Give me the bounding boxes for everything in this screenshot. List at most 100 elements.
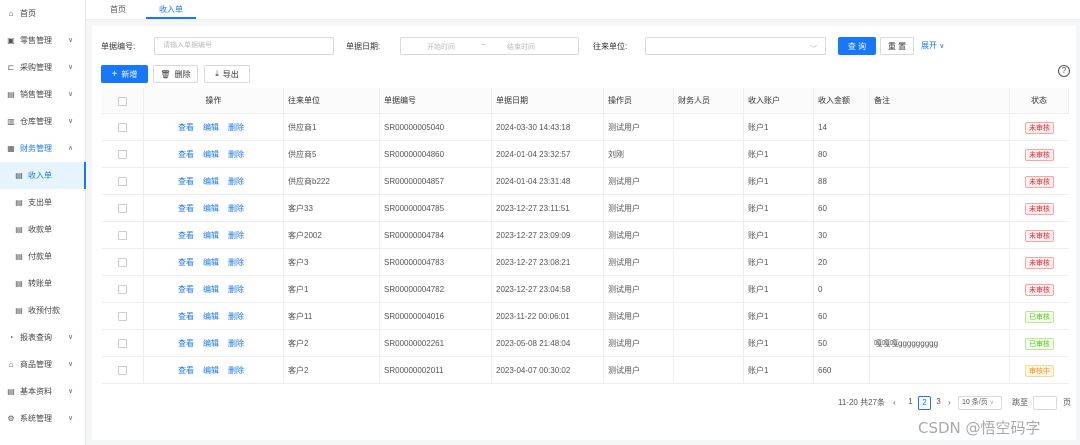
bill-date-range[interactable]: 开始时间 ~ 结束时间	[400, 37, 579, 55]
table-row[interactable]: 查看 编辑 删除 客户3 SR00000004783 2023-12-27 23:08:2…	[101, 249, 1069, 276]
help-icon[interactable]: ?	[1058, 65, 1070, 77]
partner-select[interactable]: ﹀	[645, 37, 826, 55]
sidebar-item[interactable]: ▣ 零售管理 ∨	[0, 27, 86, 54]
edit-link[interactable]: 编辑	[203, 123, 219, 132]
row-checkbox[interactable]	[118, 123, 127, 132]
edit-link[interactable]: 编辑	[203, 258, 219, 267]
sidebar-item[interactable]: ⊏ 采购管理 ∨	[0, 54, 86, 81]
table-row[interactable]: 查看 编辑 删除 客户11 SR00000004016 2023-11-22 00:06:…	[101, 303, 1069, 330]
sidebar-item[interactable]: ▦ 财务管理 ∧	[0, 135, 86, 162]
view-link[interactable]: 查看	[178, 204, 194, 213]
row-checkbox[interactable]	[118, 312, 127, 321]
export-button[interactable]: ⤓ 导出	[204, 65, 250, 83]
view-link[interactable]: 查看	[178, 285, 194, 294]
sidebar-item[interactable]: ⌂ 商品管理 ∨	[0, 351, 86, 378]
page-size-select[interactable]: 10 条/页 ∨	[958, 396, 1002, 410]
row-checkbox[interactable]	[118, 204, 127, 213]
row-checkbox[interactable]	[118, 150, 127, 159]
table-row[interactable]: 查看 编辑 删除 客户2 SR00000002011 2023-04-07 00:30:0…	[101, 357, 1069, 384]
table-row[interactable]: 查看 编辑 删除 客户1 SR00000004782 2023-12-27 23:04:5…	[101, 276, 1069, 303]
edit-link[interactable]: 编辑	[203, 312, 219, 321]
sidebar-subitem[interactable]: ▤ 付款单	[0, 243, 86, 270]
delete-link[interactable]: 删除	[228, 231, 244, 240]
date-end-placeholder: 结束时间	[507, 44, 535, 51]
shop-icon: ▣	[7, 36, 15, 45]
delete-link[interactable]: 删除	[228, 312, 244, 321]
edit-link[interactable]: 编辑	[203, 204, 219, 213]
sidebar-subitem-label: 付款单	[28, 252, 52, 261]
delete-link[interactable]: 删除	[228, 123, 244, 132]
chevron-down-icon: ∨	[68, 388, 74, 395]
table-row[interactable]: 查看 编辑 删除 供应商5 SR00000004860 2024-01-04 23:32:…	[101, 141, 1069, 168]
row-checkbox[interactable]	[118, 285, 127, 294]
view-link[interactable]: 查看	[178, 231, 194, 240]
edit-link[interactable]: 编辑	[203, 231, 219, 240]
cell-operator: 测试用户	[604, 222, 674, 249]
delete-link[interactable]: 删除	[228, 150, 244, 159]
view-link[interactable]: 查看	[178, 258, 194, 267]
view-link[interactable]: 查看	[178, 339, 194, 348]
edit-link[interactable]: 编辑	[203, 150, 219, 159]
table-row[interactable]: 查看 编辑 删除 供应商1 SR00000005040 2024-03-30 14:43:…	[101, 114, 1069, 141]
sidebar-subitem[interactable]: ▤ 收款单	[0, 216, 86, 243]
query-button[interactable]: 查 询	[838, 37, 876, 55]
header-select-all[interactable]	[101, 88, 144, 114]
row-checkbox[interactable]	[118, 366, 127, 375]
cell-partner: 客户2	[284, 357, 380, 384]
edit-link[interactable]: 编辑	[203, 366, 219, 375]
delete-link[interactable]: 删除	[228, 366, 244, 375]
page-number[interactable]: 2	[918, 396, 931, 410]
delete-link[interactable]: 删除	[228, 177, 244, 186]
page-number[interactable]: 3	[932, 396, 945, 410]
prev-page-icon[interactable]: ‹	[893, 396, 896, 410]
table-row[interactable]: 查看 编辑 删除 客户2002 SR00000004784 2023-12-27 23:0…	[101, 222, 1069, 249]
sidebar-item[interactable]: ⚙ 系统管理 ∨	[0, 405, 86, 432]
sidebar-item[interactable]: ▤ 基本资料 ∨	[0, 378, 86, 405]
sidebar-subitem[interactable]: ▤ 支出单	[0, 189, 86, 216]
table-row[interactable]: 查看 编辑 删除 客户33 SR00000004785 2023-12-27 23:11:…	[101, 195, 1069, 222]
select-all-checkbox[interactable]	[118, 97, 127, 106]
cell-bill-no: SR00000004782	[380, 276, 492, 303]
chevron-down-icon: ∨	[68, 334, 74, 341]
row-checkbox[interactable]	[118, 231, 127, 240]
jump-page-input[interactable]	[1033, 396, 1057, 410]
sidebar-item-label: 采购管理	[20, 63, 52, 72]
delete-link[interactable]: 删除	[228, 204, 244, 213]
row-checkbox[interactable]	[118, 177, 127, 186]
reset-button[interactable]: 重 置	[880, 37, 914, 55]
tab-income-bill[interactable]: 收入单	[146, 0, 196, 19]
sidebar-subitem[interactable]: ▤ 收入单	[0, 162, 86, 189]
view-link[interactable]: 查看	[178, 312, 194, 321]
table-row[interactable]: 查看 编辑 删除 客户2 SR00000002261 2023-05-08 21:48:0…	[101, 330, 1069, 357]
cell-operator: 测试用户	[604, 276, 674, 303]
expand-link[interactable]: 展开 ∨	[921, 40, 944, 51]
sales-icon: ▤	[7, 90, 15, 99]
view-link[interactable]: 查看	[178, 123, 194, 132]
sidebar-item[interactable]: ▥ 仓库管理 ∨	[0, 108, 86, 135]
view-link[interactable]: 查看	[178, 150, 194, 159]
sidebar-item[interactable]: ▤ 销售管理 ∨	[0, 81, 86, 108]
row-checkbox[interactable]	[118, 339, 127, 348]
sidebar-subitem[interactable]: ▤ 转账单	[0, 270, 86, 297]
cell-date: 2023-12-27 23:08:21	[492, 249, 604, 276]
edit-link[interactable]: 编辑	[203, 177, 219, 186]
bill-no-input[interactable]: 请输入单据编号	[154, 37, 334, 55]
delete-button[interactable]: 🗑 删除	[153, 65, 198, 83]
cell-partner: 供应商1	[284, 114, 380, 141]
view-link[interactable]: 查看	[178, 366, 194, 375]
add-button[interactable]: + 新增	[101, 65, 148, 83]
edit-link[interactable]: 编辑	[203, 285, 219, 294]
delete-link[interactable]: 删除	[228, 339, 244, 348]
page-number[interactable]: 1	[904, 396, 917, 410]
delete-link[interactable]: 删除	[228, 285, 244, 294]
next-page-icon[interactable]: ›	[948, 396, 951, 410]
delete-link[interactable]: 删除	[228, 258, 244, 267]
sidebar-item[interactable]: ⌂ 首页	[0, 0, 86, 27]
sidebar-item[interactable]: ◔ 报表查询 ∨	[0, 324, 86, 351]
edit-link[interactable]: 编辑	[203, 339, 219, 348]
view-link[interactable]: 查看	[178, 177, 194, 186]
tab-home[interactable]: 首页	[100, 0, 136, 19]
row-checkbox[interactable]	[118, 258, 127, 267]
table-row[interactable]: 查看 编辑 删除 供应商b222 SR00000004857 2024-01-04 23:…	[101, 168, 1069, 195]
sidebar-subitem[interactable]: ▤ 收预付款	[0, 297, 86, 324]
